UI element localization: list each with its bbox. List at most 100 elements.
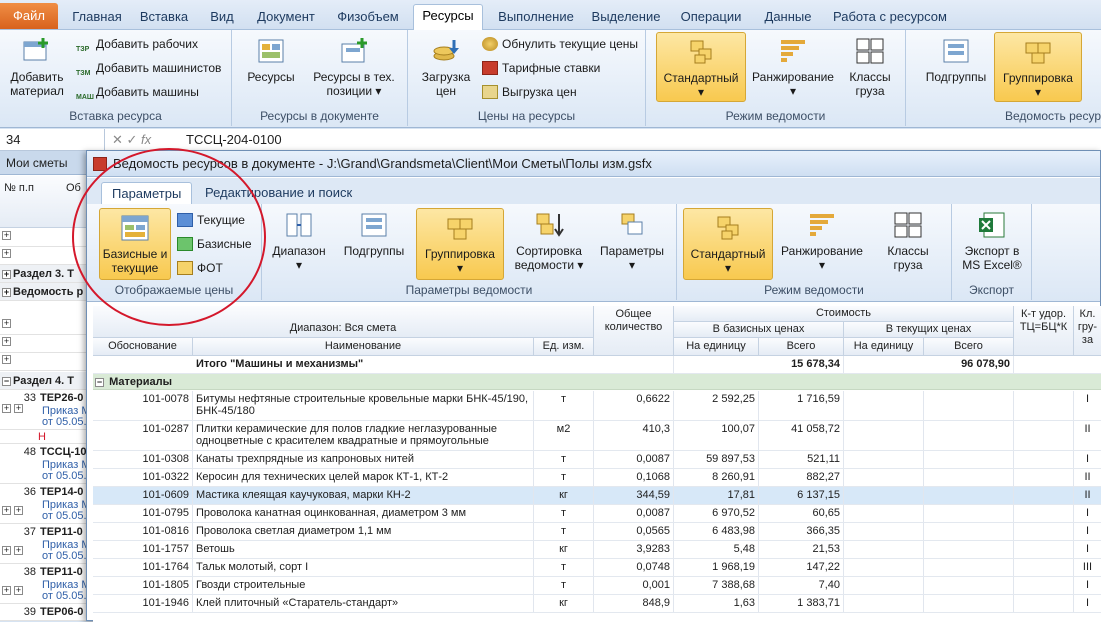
cell-empty[interactable] [844, 421, 924, 450]
cell-empty[interactable] [924, 391, 1014, 420]
excel-export-button[interactable]: Экспорт в MS Excel® [956, 210, 1028, 272]
cell-pu[interactable]: 7 388,68 [674, 577, 759, 594]
tab-view[interactable]: Вид [200, 6, 244, 28]
left-row[interactable]: + [0, 353, 88, 371]
tab-file[interactable]: Файл [0, 3, 58, 29]
cell-tot[interactable]: 7,40 [759, 577, 844, 594]
left-section-4[interactable]: − Раздел 4. Т [0, 372, 88, 390]
left-row[interactable]: 48 ТССЦ-10 Приказ М от 05.05. [0, 444, 88, 484]
cell-empty[interactable] [924, 469, 1014, 486]
cell-unit[interactable]: м2 [534, 421, 594, 450]
table-row[interactable]: 101-0609 Мастика клеящая каучуковая, марк… [93, 487, 1101, 505]
sort-button[interactable]: Сортировка ведомости ▾ [508, 210, 590, 272]
expand-icon[interactable]: + [2, 231, 11, 240]
cell-cls[interactable]: I [1074, 505, 1101, 522]
expand-icon[interactable]: − [2, 377, 11, 386]
cell-empty[interactable] [924, 421, 1014, 450]
col-coef[interactable]: К-т удор. ТЦ=БЦ*К [1014, 306, 1074, 356]
add-machinists-button[interactable]: ТЗМ Добавить машинистов [76, 58, 221, 78]
cell-empty[interactable] [1014, 523, 1074, 540]
col-unit[interactable]: Ед. изм. [534, 338, 594, 356]
expand-icon[interactable]: + [14, 404, 23, 413]
cell-code[interactable]: 101-0816 [93, 523, 193, 540]
cell-empty[interactable] [844, 595, 924, 612]
cell-name[interactable]: Клей плиточный «Старатель-стандарт» [193, 595, 534, 612]
window-title-bar[interactable]: Ведомость ресурсов в документе - J:\Gran… [87, 151, 1100, 177]
cell-empty[interactable] [924, 451, 1014, 468]
cell-qty[interactable]: 0,1068 [594, 469, 674, 486]
cell-tot[interactable]: 1 716,59 [759, 391, 844, 420]
cell-empty[interactable] [1014, 451, 1074, 468]
cell-name[interactable]: Ветошь [193, 541, 534, 558]
collapse-icon[interactable]: − [95, 378, 104, 387]
left-row[interactable]: Н [0, 430, 88, 444]
tab-data[interactable]: Данные [757, 6, 819, 28]
left-row[interactable]: + [0, 335, 88, 353]
cell-pu[interactable]: 1 968,19 [674, 559, 759, 576]
cell-pu[interactable]: 2 592,25 [674, 391, 759, 420]
cell-unit[interactable]: т [534, 391, 594, 420]
left-row[interactable]: 33 ТЕР26-0 Приказ М от 05.05. + + [0, 390, 88, 430]
cell-pu[interactable]: 17,81 [674, 487, 759, 504]
cell-empty[interactable] [1014, 469, 1074, 486]
col-total-qty[interactable]: Общее количество [594, 306, 674, 356]
cell-code[interactable]: 101-1946 [93, 595, 193, 612]
cell-name[interactable]: Проволока светлая диаметром 1,1 мм [193, 523, 534, 540]
cell-tot[interactable]: 366,35 [759, 523, 844, 540]
cell-name[interactable]: Мастика клеящая каучуковая, марки КН-2 [193, 487, 534, 504]
cell-cls[interactable]: I [1074, 595, 1101, 612]
cell-empty[interactable] [844, 469, 924, 486]
doc-tab[interactable]: Мои сметы [0, 151, 88, 175]
cell-empty[interactable] [844, 451, 924, 468]
window-ranking-button[interactable]: Ранжирование ▾ [777, 210, 867, 272]
subgroups-button[interactable]: Подгруппы [916, 36, 996, 84]
expand-icon[interactable]: + [14, 586, 23, 595]
cell-cls[interactable]: III [1074, 559, 1101, 576]
cell-unit[interactable]: кг [534, 487, 594, 504]
cell-empty[interactable] [924, 577, 1014, 594]
materials-section[interactable]: − Материалы [93, 374, 1101, 390]
cell-pu[interactable]: 5,48 [674, 541, 759, 558]
cell-pu[interactable]: 100,07 [674, 421, 759, 450]
tab-execution[interactable]: Выполнение [490, 6, 582, 28]
cell-code[interactable]: 101-1764 [93, 559, 193, 576]
cell-unit[interactable]: т [534, 451, 594, 468]
table-row[interactable]: 101-0308 Канаты трехпрядные из капроновых… [93, 451, 1101, 469]
tariff-rates-button[interactable]: Тарифные ставки [482, 58, 600, 78]
col-current-total[interactable]: Всего [924, 338, 1014, 356]
tab-operations[interactable]: Операции [675, 6, 747, 28]
cell-tot[interactable]: 6 137,15 [759, 487, 844, 504]
cell-cls[interactable]: II [1074, 421, 1101, 450]
params-button[interactable]: Параметры ▾ [594, 210, 670, 272]
ranking-button[interactable]: Ранжирование ▾ [750, 36, 836, 98]
cell-qty[interactable]: 3,9283 [594, 541, 674, 558]
cell-name[interactable]: Битумы нефтяные строительные кровельные … [193, 391, 534, 420]
range-button[interactable]: Диапазон ▾ [266, 210, 332, 272]
expand-icon[interactable]: + [2, 337, 11, 346]
cell-qty[interactable]: 0,0565 [594, 523, 674, 540]
cell-empty[interactable] [1014, 577, 1074, 594]
cell-empty[interactable] [924, 541, 1014, 558]
cell-pu[interactable]: 6 483,98 [674, 523, 759, 540]
cell-tot[interactable]: 147,22 [759, 559, 844, 576]
expand-icon[interactable]: + [2, 288, 11, 297]
cell-empty[interactable] [1014, 487, 1074, 504]
cell-empty[interactable] [924, 595, 1014, 612]
cell-tot[interactable]: 882,27 [759, 469, 844, 486]
col-current-unit[interactable]: На единицу [844, 338, 924, 356]
cell-cls[interactable]: I [1074, 391, 1101, 420]
standard-mode-button[interactable]: Стандартный ▾ [656, 32, 746, 102]
cell-empty[interactable] [1014, 421, 1074, 450]
resources-tech-button[interactable]: Ресурсы в тех. позиции ▾ [308, 36, 400, 98]
table-row[interactable]: 101-0287 Плитки керамические для полов гл… [93, 421, 1101, 451]
grouping-button[interactable]: Группировка ▾ [994, 32, 1082, 102]
cell-name[interactable]: Тальк молотый, сорт I [193, 559, 534, 576]
expand-icon[interactable]: + [2, 546, 11, 555]
tab-insert[interactable]: Вставка [135, 6, 193, 28]
left-row[interactable]: 39 ТЕР06-0 [0, 604, 88, 621]
cargo-classes-button[interactable]: Классы груза [842, 36, 898, 98]
resources-button[interactable]: Ресурсы [242, 36, 300, 84]
tab-physvolume[interactable]: Физобъем [330, 6, 406, 28]
export-prices-button[interactable]: Выгрузка цен [482, 82, 577, 102]
window-standard-button[interactable]: Стандартный ▾ [683, 208, 773, 280]
